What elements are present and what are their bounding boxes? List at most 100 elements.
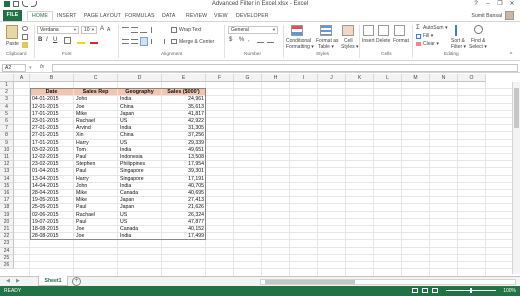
name-box-chevron-down-icon[interactable]: ▾ [29,65,32,71]
align-top-icon[interactable] [122,27,129,33]
align-right-icon[interactable] [140,37,148,46]
row-header[interactable]: 24 [0,247,14,255]
table-cell[interactable]: 40,152 [164,226,204,233]
table-header-cell[interactable]: Sales ($000') [162,89,205,96]
table-cell[interactable]: Paul [76,204,116,211]
user-name[interactable]: Sumit Bansal [471,11,502,21]
clear-icon[interactable] [416,42,421,46]
row-header[interactable]: 21 [0,226,14,234]
collapse-ribbon-icon[interactable]: ^ [510,52,512,58]
table-cell[interactable]: India [120,233,160,240]
delete-cells-button[interactable]: Delete [376,38,390,44]
clear-button[interactable]: Clear ▾ [423,41,439,47]
row-header[interactable]: 25 [0,254,14,262]
table-cell[interactable]: China [120,104,160,111]
table-cell[interactable]: Singapore [120,176,160,183]
table-cell[interactable]: Paul [76,168,116,175]
table-cell[interactable]: 39,301 [164,168,204,175]
table-cell[interactable]: Philippines [120,161,160,168]
formula-input[interactable] [52,64,518,72]
column-header[interactable]: H [262,74,290,82]
row-header[interactable]: 4 [0,103,14,111]
avatar[interactable] [505,11,514,20]
table-cell[interactable]: 35,613 [164,104,204,111]
column-header[interactable]: D [118,74,162,82]
table-cell[interactable]: 18-08-2015 [32,226,72,233]
table-cell[interactable]: Joe [76,104,116,111]
grow-font-button[interactable]: A [100,26,104,32]
page-break-view-icon[interactable] [432,288,438,293]
conditional-formatting-icon[interactable] [291,25,303,36]
table-header-cell[interactable]: Geography [118,89,161,96]
underline-button[interactable]: U [53,37,57,43]
row-header[interactable]: 22 [0,233,14,241]
row-header[interactable]: 17 [0,197,14,205]
table-cell[interactable]: China [120,132,160,139]
tab-insert[interactable]: INSERT [57,11,77,21]
table-cell[interactable]: 27,413 [164,197,204,204]
bold-button[interactable]: B [38,37,42,43]
vertical-scroll-thumb[interactable] [514,88,519,128]
table-cell[interactable]: 19-05-2015 [32,197,72,204]
tab-review[interactable]: REVIEW [186,11,207,21]
decrease-decimal-icon[interactable] [267,38,274,43]
table-cell[interactable]: 23-02-2015 [32,161,72,168]
horizontal-scrollbar[interactable] [260,279,516,285]
tab-home[interactable]: HOME [27,11,53,21]
currency-button[interactable]: $ [229,37,232,43]
tab-data[interactable]: DATA [162,11,175,21]
zoom-level[interactable]: 100% [503,288,516,294]
delete-cells-icon[interactable] [378,25,389,36]
font-size-dropdown[interactable]: 10 ▼ [81,26,97,34]
table-cell[interactable]: Paul [76,219,116,226]
table-cell[interactable]: 13,508 [164,154,204,161]
row-header[interactable]: 13 [0,168,14,176]
align-center-icon[interactable] [131,39,138,44]
insert-function-button[interactable]: fx [40,64,44,70]
format-as-table-icon[interactable] [320,25,332,36]
column-header[interactable]: F [206,74,234,82]
increase-decimal-icon[interactable] [257,38,264,43]
column-header[interactable]: A [14,74,30,82]
help-button[interactable]: ? [470,0,482,9]
table-cell[interactable]: 24,961 [164,96,204,103]
column-header[interactable]: N [430,74,458,82]
table-cell[interactable]: Mike [76,190,116,197]
restore-button[interactable]: ❐ [494,0,506,9]
tab-view[interactable]: VIEW [214,11,228,21]
table-cell[interactable]: 02-06-2015 [32,212,72,219]
table-header-cell[interactable]: Date [30,89,73,96]
number-format-dropdown[interactable]: General ▼ [228,26,278,34]
cell-styles-icon[interactable] [342,25,354,36]
table-cell[interactable]: Rachael [76,212,116,219]
cell-styles-label-2[interactable]: Styles ▾ [341,44,359,50]
font-color-icon[interactable] [90,37,98,44]
column-header[interactable]: G [234,74,262,82]
align-middle-icon[interactable] [131,27,138,33]
tab-formulas[interactable]: FORMULAS [125,11,155,21]
format-as-table-label-2[interactable]: Table ▾ [318,44,334,50]
row-header[interactable]: 23 [0,240,14,248]
align-left-icon[interactable] [122,39,129,44]
table-cell[interactable]: 21,626 [164,204,204,211]
row-header[interactable]: 2 [0,89,14,97]
column-header[interactable]: L [374,74,402,82]
paste-icon[interactable] [6,25,18,39]
row-header[interactable]: 20 [0,218,14,226]
name-box[interactable]: A2 [2,64,26,72]
table-cell[interactable]: 41,817 [164,111,204,118]
italic-button[interactable]: I [46,37,48,43]
conditional-formatting-label-2[interactable]: Formatting ▾ [286,44,314,50]
fill-button[interactable]: Fill ▾ [423,33,433,39]
sheet-next-icon[interactable]: ▶ [16,278,20,284]
worksheet-grid[interactable]: ABCDEFGHIJKLMNO 1 2 3 4 5 6 7 8 9 10 11 12 13 14 15 16 1… [0,74,520,276]
column-header[interactable]: J [318,74,346,82]
table-cell[interactable]: Paul [76,154,116,161]
column-header[interactable]: E [162,74,206,82]
row-header[interactable]: 6 [0,118,14,126]
format-cells-button[interactable]: Format [393,38,409,44]
row-header[interactable]: 8 [0,132,14,140]
sheet-tab-sheet1[interactable]: Sheet1 [38,276,68,286]
tab-page-layout[interactable]: PAGE LAYOUT [84,11,121,21]
wrap-text-icon[interactable] [171,27,177,33]
